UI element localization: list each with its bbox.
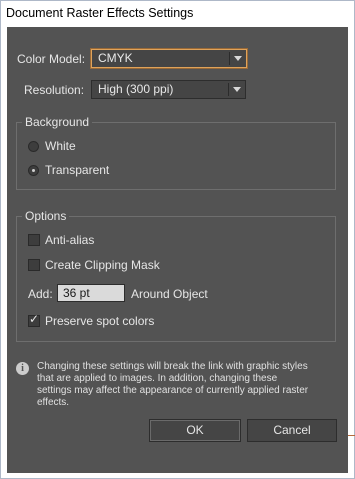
add-amount-input[interactable]: 36 pt xyxy=(57,284,125,302)
title-bar[interactable]: Document Raster Effects Settings xyxy=(1,1,354,26)
dialog-title: Document Raster Effects Settings xyxy=(6,6,194,20)
dialog-content: Color Model: CMYK Resolution: High (300 … xyxy=(7,27,348,473)
anti-alias-label[interactable]: Anti-alias xyxy=(45,233,94,247)
info-icon: i xyxy=(16,362,29,375)
resolution-label: Resolution: xyxy=(24,83,85,97)
radio-transparent-label[interactable]: Transparent xyxy=(45,163,109,177)
radio-white[interactable] xyxy=(28,141,39,152)
background-group xyxy=(16,122,336,190)
color-model-label: Color Model: xyxy=(17,52,86,66)
clipping-mask-label[interactable]: Create Clipping Mask xyxy=(45,258,160,272)
cancel-button[interactable]: Cancel xyxy=(247,419,337,442)
preserve-spot-checkbox[interactable]: ✓ xyxy=(28,312,40,327)
dialog-window: Document Raster Effects Settings Color M… xyxy=(0,0,355,479)
radio-selected-dot xyxy=(32,169,35,172)
ok-button[interactable]: OK xyxy=(149,419,241,442)
resolution-value: High (300 ppi) xyxy=(98,82,174,96)
options-group-title: Options xyxy=(22,209,70,223)
anti-alias-checkbox[interactable] xyxy=(28,234,40,246)
checkmark-icon: ✓ xyxy=(29,312,40,326)
preserve-spot-label[interactable]: Preserve spot colors xyxy=(45,314,154,328)
chevron-down-icon[interactable] xyxy=(233,87,241,92)
background-group-title: Background xyxy=(22,115,93,129)
resolution-select[interactable]: High (300 ppi) xyxy=(91,80,246,99)
info-message: Changing these settings will break the l… xyxy=(37,361,309,408)
radio-white-label[interactable]: White xyxy=(45,139,76,153)
color-model-value: CMYK xyxy=(98,51,133,65)
edge-line xyxy=(348,435,355,436)
clipping-mask-checkbox[interactable] xyxy=(28,259,40,271)
select-divider xyxy=(229,52,230,65)
color-model-select[interactable]: CMYK xyxy=(91,49,247,68)
around-object-label: Around Object xyxy=(131,287,208,301)
add-label: Add: xyxy=(28,287,53,301)
chevron-down-icon[interactable] xyxy=(234,56,242,61)
select-divider xyxy=(228,83,229,96)
radio-transparent[interactable] xyxy=(28,165,39,176)
